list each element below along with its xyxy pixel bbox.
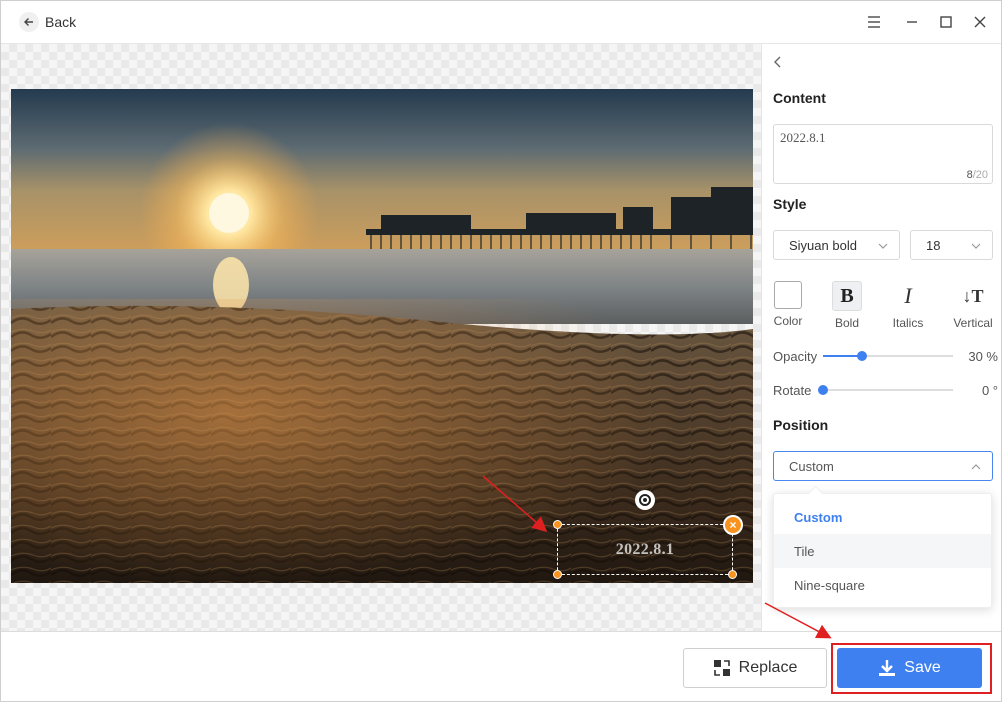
- slider-knob[interactable]: [818, 385, 828, 395]
- chevron-left-icon[interactable]: [770, 54, 786, 70]
- color-swatch-icon: [774, 281, 802, 309]
- slider-knob[interactable]: [857, 351, 867, 361]
- size-select[interactable]: 18: [910, 230, 993, 260]
- chevron-down-icon: [971, 243, 981, 249]
- footer-bar: Replace Save: [1, 631, 1001, 701]
- vertical-button[interactable]: ↓T Vertical: [947, 281, 999, 333]
- back-button[interactable]: Back: [19, 11, 76, 33]
- watermark-box[interactable]: 2022.8.1: [557, 524, 733, 575]
- rotate-handle-icon[interactable]: [635, 490, 655, 510]
- bold-button[interactable]: B Bold: [821, 281, 873, 333]
- content-label: Content: [773, 90, 826, 106]
- download-icon: [879, 660, 896, 676]
- settings-panel: Content 2022.8.1 8/20 Style Siyuan bold …: [761, 43, 1001, 631]
- bold-icon: B: [832, 281, 862, 311]
- app-window: Back 2022.8.1 × Content 2022.8.1 8/20 St…: [0, 0, 1002, 702]
- replace-icon: [713, 660, 730, 676]
- opacity-value: 30 %: [968, 348, 998, 364]
- position-dropdown: Custom Tile Nine-square: [773, 493, 992, 608]
- color-button[interactable]: Color: [762, 281, 814, 333]
- watermark-text: 2022.8.1: [615, 540, 675, 558]
- resize-handle[interactable]: [728, 570, 737, 579]
- back-label: Back: [45, 14, 77, 30]
- font-select[interactable]: Siyuan bold: [773, 230, 900, 260]
- replace-button[interactable]: Replace: [683, 648, 827, 688]
- rotate-slider[interactable]: [818, 385, 953, 395]
- menu-icon[interactable]: [865, 13, 883, 31]
- arrow-left-icon: [19, 12, 39, 32]
- italic-icon: I: [904, 283, 912, 308]
- delete-watermark-icon[interactable]: ×: [723, 515, 743, 535]
- chevron-down-icon: [878, 243, 888, 249]
- close-icon[interactable]: [971, 13, 989, 31]
- position-option-custom[interactable]: Custom: [774, 500, 991, 534]
- char-counter: 8/20: [966, 169, 988, 181]
- minimize-icon[interactable]: [903, 13, 921, 31]
- opacity-row: Opacity 30 %: [773, 348, 998, 364]
- content-textarea[interactable]: 2022.8.1 8/20: [773, 124, 993, 184]
- chevron-up-icon: [971, 464, 981, 470]
- style-label: Style: [773, 196, 807, 212]
- opacity-slider[interactable]: [823, 351, 953, 361]
- content-value: 2022.8.1: [780, 130, 826, 145]
- rotate-row: Rotate 0 °: [773, 382, 998, 398]
- position-select[interactable]: Custom: [773, 451, 993, 481]
- position-option-tile[interactable]: Tile: [774, 534, 991, 568]
- italics-button[interactable]: I Italics: [882, 281, 934, 333]
- vertical-text-icon: ↓T: [962, 285, 984, 306]
- resize-handle[interactable]: [553, 520, 562, 529]
- position-option-nine-square[interactable]: Nine-square: [774, 568, 991, 602]
- save-button[interactable]: Save: [837, 648, 982, 688]
- resize-handle[interactable]: [553, 570, 562, 579]
- title-bar: Back: [1, 1, 1001, 43]
- maximize-icon[interactable]: [937, 13, 955, 31]
- rotate-value: 0 °: [981, 382, 998, 398]
- canvas-area: 2022.8.1 ×: [1, 43, 761, 631]
- position-label: Position: [773, 417, 829, 433]
